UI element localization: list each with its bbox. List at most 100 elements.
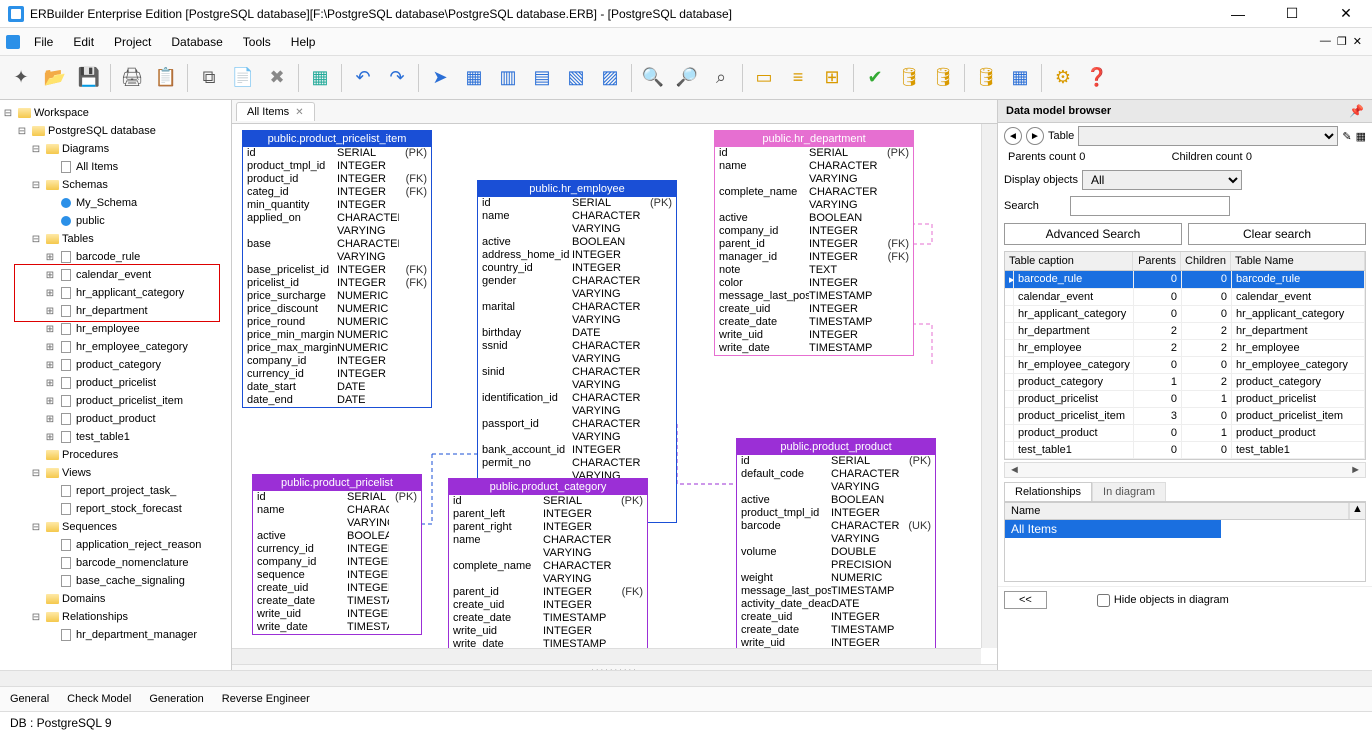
add-table-icon[interactable]: ▦ [305, 63, 335, 93]
menu-file[interactable]: File [24, 31, 63, 53]
save-icon[interactable]: 💾 [74, 63, 104, 93]
nav-prev-button[interactable]: << [1004, 591, 1047, 609]
col-parents[interactable]: Parents [1133, 252, 1181, 270]
grid-hscroll[interactable]: ◄► [1004, 462, 1366, 478]
tab-in-diagram[interactable]: In diagram [1092, 482, 1166, 501]
tree-node[interactable]: ⊞hr_department [2, 302, 229, 320]
advanced-search-button[interactable]: Advanced Search [1004, 223, 1182, 245]
canvas-hscroll[interactable] [232, 648, 981, 664]
tree-node[interactable]: ⊟Relationships [2, 608, 229, 626]
db2-icon[interactable]: 🛢 [928, 63, 958, 93]
tree-node[interactable]: ⊟Schemas [2, 176, 229, 194]
tree-hscroll[interactable] [0, 670, 1372, 686]
col-name[interactable]: Table Name [1231, 252, 1365, 270]
tree-node[interactable]: ⊟Views [2, 464, 229, 482]
print-icon[interactable]: 🖨 [117, 63, 147, 93]
tree-node[interactable]: application_reject_reason [2, 536, 229, 554]
table-row[interactable]: hr_department22hr_department [1005, 323, 1365, 340]
paste-icon[interactable]: 📄 [228, 63, 258, 93]
grid-icon[interactable]: ▦ [1356, 130, 1366, 143]
layout2-icon[interactable]: ≡ [783, 63, 813, 93]
hide-objects-checkbox[interactable]: Hide objects in diagram [1097, 594, 1229, 607]
tree-node[interactable]: Procedures [2, 446, 229, 464]
diagram-list[interactable]: Name▲ All Items [1004, 502, 1366, 582]
tree-node[interactable]: ⊞product_category [2, 356, 229, 374]
tree-node[interactable]: ⊞barcode_rule [2, 248, 229, 266]
col-children[interactable]: Children [1181, 252, 1231, 270]
tab-generation[interactable]: Generation [149, 693, 203, 705]
grid2-icon[interactable]: ▤ [527, 63, 557, 93]
display-objects-select[interactable]: All [1082, 170, 1242, 190]
copy-icon[interactable]: ⧉ [194, 63, 224, 93]
table-row[interactable]: product_category12product_category [1005, 374, 1365, 391]
col-caption[interactable]: Table caption [1005, 252, 1133, 270]
table-tool-icon[interactable]: ▦ [459, 63, 489, 93]
new-icon[interactable]: ✦ [6, 63, 36, 93]
undo-icon[interactable]: ↶ [348, 63, 378, 93]
tree-node[interactable]: ⊟PostgreSQL database [2, 122, 229, 140]
tree-node[interactable]: report_project_task_ [2, 482, 229, 500]
table-row[interactable]: hr_applicant_category00hr_applicant_cate… [1005, 306, 1365, 323]
menu-tools[interactable]: Tools [233, 31, 281, 53]
tree-node[interactable]: ⊟Sequences [2, 518, 229, 536]
tree-node[interactable]: ⊞product_pricelist [2, 374, 229, 392]
clear-search-button[interactable]: Clear search [1188, 223, 1366, 245]
tree-node[interactable]: public [2, 212, 229, 230]
tree-node[interactable]: ⊟Workspace [2, 104, 229, 122]
table-row[interactable]: product_pricelist01product_pricelist [1005, 391, 1365, 408]
search-input[interactable] [1070, 196, 1230, 216]
tree-node[interactable]: ⊞product_product [2, 410, 229, 428]
zoomfit-icon[interactable]: ⌕ [706, 63, 736, 93]
tab-close-icon[interactable]: ✕ [295, 107, 303, 118]
table-product-product[interactable]: public.product_productidSERIAL(PK)defaul… [736, 438, 936, 664]
nav-back-icon[interactable]: ◄ [1004, 127, 1022, 145]
table-row[interactable]: hr_employee_category00hr_employee_catego… [1005, 357, 1365, 374]
minimize-button[interactable]: — [1220, 2, 1256, 26]
tree-node[interactable]: ⊞product_pricelist_item [2, 392, 229, 410]
table-product-pricelist-item[interactable]: public.product_pricelist_itemidSERIAL(PK… [242, 130, 432, 408]
tree-node[interactable]: My_Schema [2, 194, 229, 212]
tree-node[interactable]: ⊞hr_employee [2, 320, 229, 338]
table-row[interactable]: test_table100test_table1 [1005, 442, 1365, 459]
settings-icon[interactable]: ⚙ [1048, 63, 1078, 93]
table-row[interactable]: product_pricelist_item30product_pricelis… [1005, 408, 1365, 425]
tree-node[interactable]: hr_department_manager [2, 626, 229, 644]
maximize-button[interactable]: ☐ [1274, 2, 1310, 26]
table-row[interactable]: product_product01product_product [1005, 425, 1365, 442]
table-select[interactable] [1078, 126, 1338, 146]
mdi-close-icon[interactable]: ✕ [1353, 35, 1362, 48]
tree-node[interactable]: ⊟Diagrams [2, 140, 229, 158]
pointer-icon[interactable]: ➤ [425, 63, 455, 93]
tab-check-model[interactable]: Check Model [67, 693, 131, 705]
db4-icon[interactable]: ▦ [1005, 63, 1035, 93]
table-hr-employee[interactable]: public.hr_employeeidSERIAL(PK)nameCHARAC… [477, 180, 677, 523]
edit-icon[interactable]: ✎ [1342, 130, 1351, 143]
layout3-icon[interactable]: ⊞ [817, 63, 847, 93]
tree-node[interactable]: ⊞hr_employee_category [2, 338, 229, 356]
tree-node[interactable]: Domains [2, 590, 229, 608]
db3-icon[interactable]: 🛢 [971, 63, 1001, 93]
tree-node[interactable]: ⊟Tables [2, 230, 229, 248]
menu-help[interactable]: Help [281, 31, 326, 53]
tree-node[interactable]: ⊞calendar_event [2, 266, 229, 284]
zoomin-icon[interactable]: 🔍 [638, 63, 668, 93]
check-icon[interactable]: ✔ [860, 63, 890, 93]
nav-fwd-icon[interactable]: ► [1026, 127, 1044, 145]
table-product-pricelist[interactable]: public.product_pricelistidSERIAL(PK)name… [252, 474, 422, 635]
open-icon[interactable]: 📂 [40, 63, 70, 93]
tree-node[interactable]: report_stock_forecast [2, 500, 229, 518]
tables-grid[interactable]: Table caption Parents Children Table Nam… [1004, 251, 1366, 460]
tree-node[interactable]: ⊞test_table1 [2, 428, 229, 446]
zoomout-icon[interactable]: 🔎 [672, 63, 702, 93]
mdi-restore-icon[interactable]: ❐ [1337, 35, 1347, 48]
tree-node[interactable]: All Items [2, 158, 229, 176]
table-row[interactable]: calendar_event00calendar_event [1005, 289, 1365, 306]
notes-icon[interactable]: 📋 [151, 63, 181, 93]
db1-icon[interactable]: 🛢 [894, 63, 924, 93]
tab-general[interactable]: General [10, 693, 49, 705]
canvas-vscroll[interactable] [981, 124, 997, 648]
er-canvas[interactable]: public.product_pricelist_itemidSERIAL(PK… [232, 124, 997, 664]
mdi-min-icon[interactable]: — [1320, 35, 1331, 48]
delete-icon[interactable]: ✖ [262, 63, 292, 93]
help-icon[interactable]: ❓ [1082, 63, 1112, 93]
